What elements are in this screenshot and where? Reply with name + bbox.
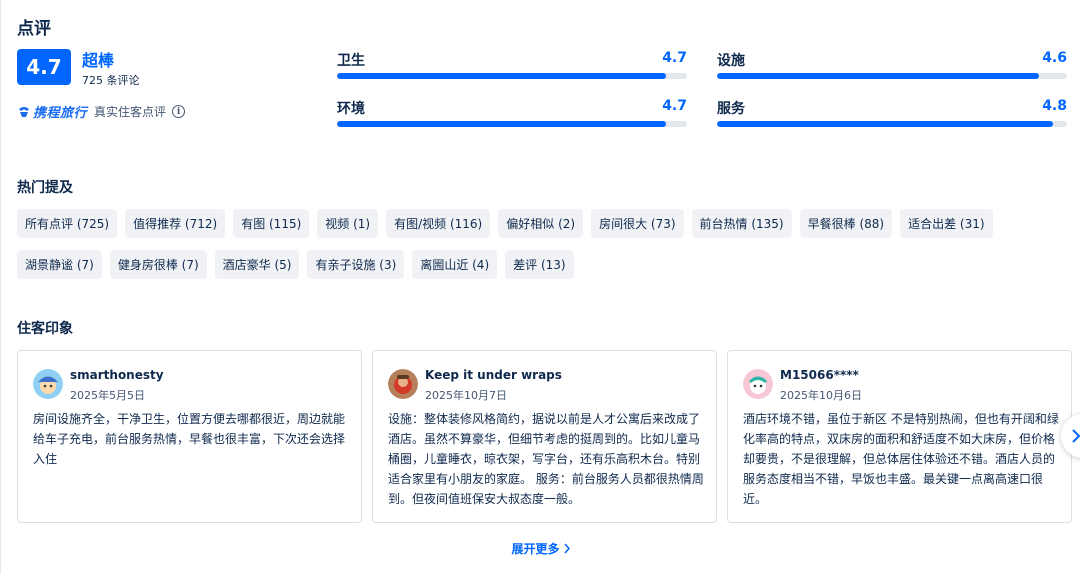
mention-tag[interactable]: 湖景静谧 (7): [17, 250, 102, 279]
review-date: 2025年5月5日: [70, 389, 145, 402]
mention-tag[interactable]: 房间很大 (73): [591, 209, 684, 238]
impressions-title: 住客印象: [17, 321, 73, 337]
review-count-number: 725: [82, 74, 103, 87]
metric-value: 4.7: [662, 50, 687, 66]
show-more-link[interactable]: 展开更多: [1, 540, 1080, 557]
overall-score-badge: 4.7: [17, 49, 71, 85]
mention-tag[interactable]: 偏好相似 (2): [498, 209, 584, 238]
metric-bar-fill: [717, 121, 1053, 127]
reviewer-name: smarthonesty: [70, 368, 164, 382]
info-icon[interactable]: i: [172, 105, 186, 118]
mention-tag[interactable]: 前台热情 (135): [691, 209, 792, 238]
mention-tag[interactable]: 所有点评 (725): [17, 209, 118, 238]
review-count: 725 条评论: [82, 72, 140, 88]
section-title: 点评: [17, 19, 51, 39]
avatar: [743, 369, 773, 399]
metric-bar: [337, 73, 687, 79]
metric-label: 服务: [717, 101, 745, 117]
mention-tag[interactable]: 有图 (115): [233, 209, 310, 238]
metric-bar-fill: [717, 73, 1039, 79]
brand-row: 携程旅行 真实住客点评 i: [17, 102, 186, 121]
metric-value: 4.6: [1042, 50, 1067, 66]
review-date: 2025年10月7日: [425, 389, 507, 402]
metric-bar: [717, 121, 1067, 127]
mention-tag[interactable]: 值得推荐 (712): [125, 209, 226, 238]
mention-tag[interactable]: 有亲子设施 (3): [307, 250, 405, 279]
metric-value: 4.8: [1042, 98, 1067, 114]
mention-tag[interactable]: 酒店豪华 (5): [214, 250, 300, 279]
review-card[interactable]: Keep it under wraps 2025年10月7日 设施：整体装修风格…: [372, 350, 717, 523]
review-text: 酒店环境不错，虽位于新区 不是特别热闹，但也有开阔和绿化率高的特点，双床房的面积…: [743, 412, 1059, 506]
review-cards: smarthonesty 2025年5月5日 房间设施齐全，干净卫生，位置方便去…: [17, 350, 1072, 523]
metric-bar: [717, 73, 1067, 79]
trip-logo-text: 携程旅行: [33, 106, 88, 121]
hot-mentions-tags: 所有点评 (725) 值得推荐 (712) 有图 (115) 视频 (1) 有图/视频 …: [17, 209, 1057, 279]
mention-tag[interactable]: 差评 (13): [505, 250, 574, 279]
metric-label: 卫生: [337, 53, 365, 69]
review-text: 房间设施齐全，干净卫生，位置方便去哪都很近，周边就能给车子充电，前台服务热情，早…: [33, 412, 346, 466]
reviewer-name: Keep it under wraps: [425, 368, 562, 382]
avatar: [33, 369, 63, 399]
mention-tag[interactable]: 早餐很棒 (88): [799, 209, 893, 238]
trip-logo-icon: [19, 106, 29, 117]
brand-text: 真实住客点评: [94, 105, 167, 119]
mention-tag[interactable]: 视频 (1): [317, 209, 379, 238]
reviews-panel: 点评 4.7 超棒 725 条评论 携程旅行 真实住客点评 i 卫生 4.7 设…: [0, 0, 1080, 574]
mention-tag[interactable]: 适合出差 (31): [900, 209, 993, 238]
metric-bar: [337, 121, 687, 127]
mention-tag[interactable]: 有图/视频 (116): [386, 209, 491, 238]
trip-logo: 携程旅行: [17, 102, 87, 121]
overall-score-word: 超棒: [82, 51, 115, 70]
review-card[interactable]: M15066**** 2025年10月6日 酒店环境不错，虽位于新区 不是特别热…: [727, 350, 1072, 523]
mention-tag[interactable]: 离圌山近 (4): [412, 250, 498, 279]
metric-value: 4.7: [662, 98, 687, 114]
show-more-label: 展开更多: [511, 542, 560, 556]
hot-mentions-title: 热门提及: [17, 180, 73, 196]
chevron-right-icon: [1072, 429, 1080, 443]
mention-tag[interactable]: 健身房很棒 (7): [109, 250, 207, 279]
metric-label: 环境: [337, 101, 365, 117]
review-date: 2025年10月6日: [780, 389, 862, 402]
chevron-right-icon: [563, 543, 570, 554]
metric-bar-fill: [337, 121, 666, 127]
reviewer-name: M15066****: [780, 368, 859, 382]
avatar: [388, 369, 418, 399]
review-count-suffix: 条评论: [106, 74, 140, 87]
metric-label: 设施: [717, 53, 745, 69]
review-card[interactable]: smarthonesty 2025年5月5日 房间设施齐全，干净卫生，位置方便去…: [17, 350, 362, 523]
review-text: 设施：整体装修风格简约，据说以前是人才公寓后来改成了酒店。虽然不算豪华，但细节考…: [388, 412, 704, 506]
metric-bar-fill: [337, 73, 666, 79]
